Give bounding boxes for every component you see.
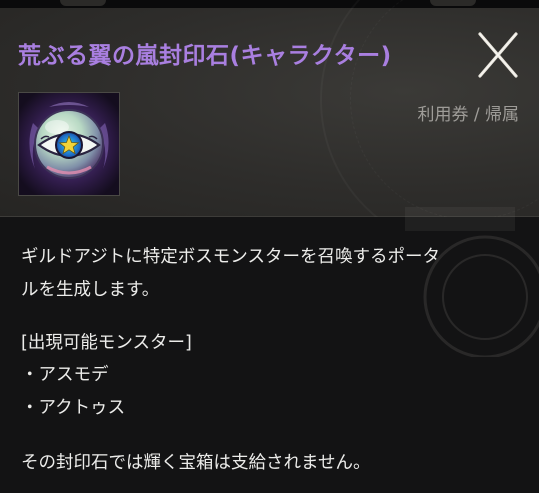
monster-list-item: ・アスモデ: [21, 365, 109, 385]
item-icon-slot: [18, 92, 120, 196]
monster-list-header: [出現可能モンスター]: [21, 333, 192, 353]
tooltip-body: ギルドアジトに特定ボスモンスターを召喚するポータ ルを生成します。 [出現可能モ…: [0, 207, 539, 493]
tooltip-header: 荒ぶる翼の嵐封印石(キャラクター) 利用券 / 帰属: [0, 8, 539, 217]
item-name: 荒ぶる翼の嵐封印石(キャラクター): [18, 43, 392, 69]
background-emblem: [405, 207, 539, 357]
edge-tab: [60, 0, 106, 6]
close-button[interactable]: [470, 30, 526, 80]
description-line: ルを生成します。: [21, 280, 160, 300]
close-icon: [478, 32, 518, 78]
monster-list-item: ・アクトゥス: [21, 398, 126, 418]
description-line: ギルドアジトに特定ボスモンスターを召喚するポータ: [21, 247, 440, 267]
item-tooltip: 荒ぶる翼の嵐封印石(キャラクター) 利用券 / 帰属 ギルドアジトに特定ボスモン…: [0, 0, 539, 493]
item-type-label: 利用券 / 帰属: [417, 105, 519, 125]
reward-note: その封印石では輝く宝箱は支給されません。: [21, 453, 371, 473]
storm-seal-stone-icon: [19, 93, 119, 195]
